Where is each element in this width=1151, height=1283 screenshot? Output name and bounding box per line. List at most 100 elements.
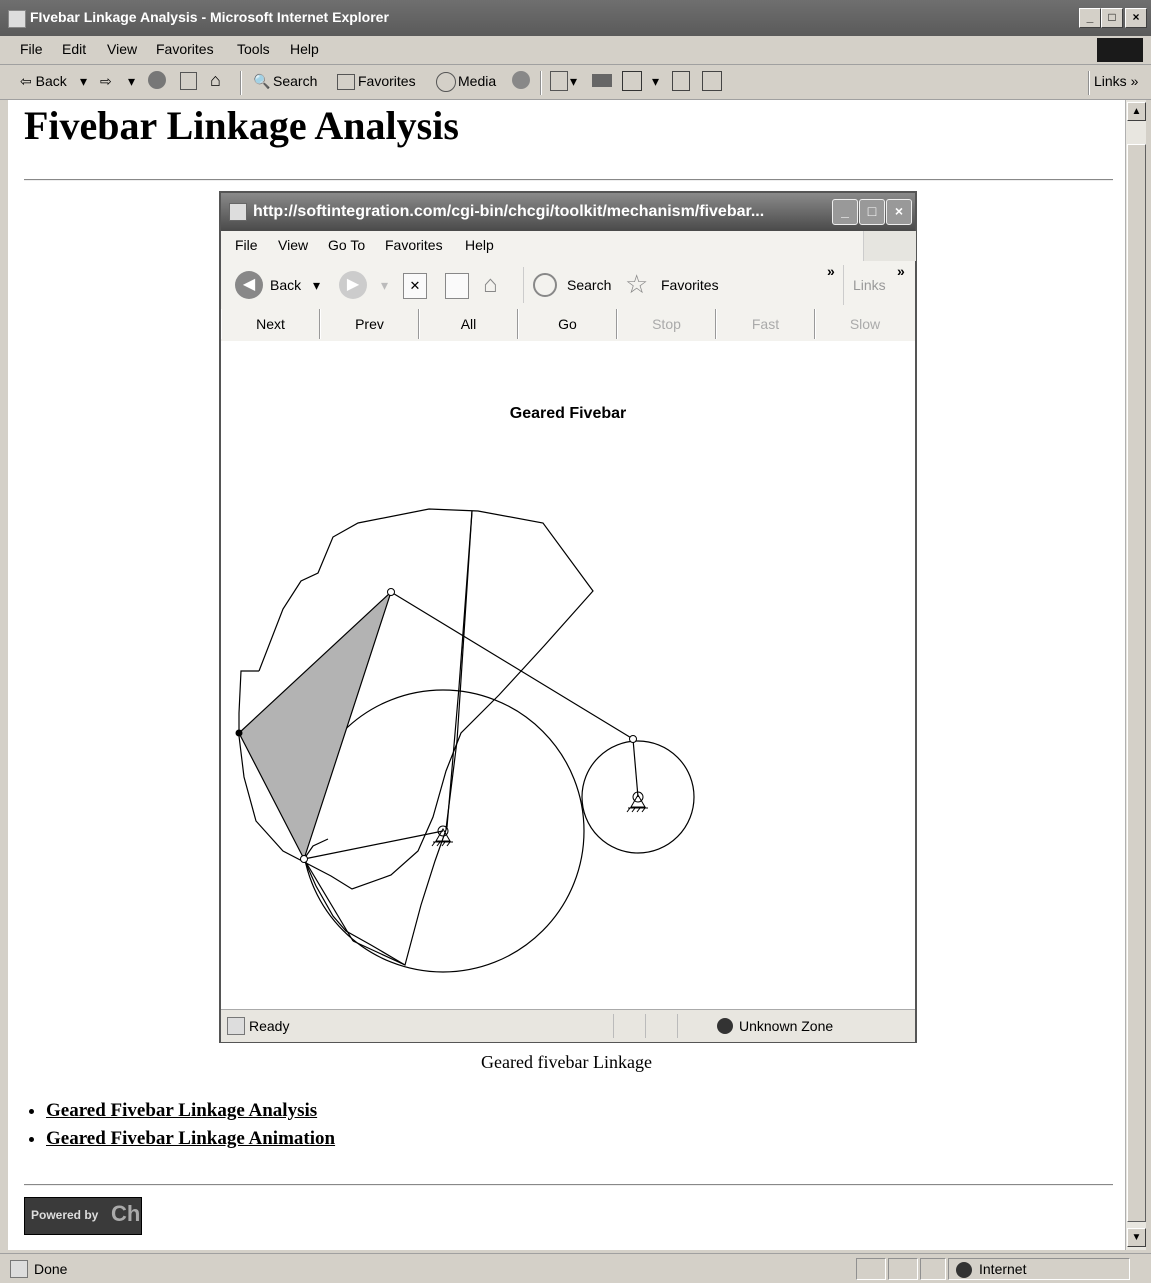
ground-pivot-right [626, 791, 648, 813]
nav-fast-button[interactable]: Fast [716, 309, 815, 339]
favorites-button[interactable]: Favorites [358, 73, 416, 89]
nav-all-button[interactable]: All [419, 309, 518, 339]
inner-close-button[interactable]: × [886, 199, 912, 225]
edit-dropdown-icon[interactable]: ▾ [652, 73, 659, 90]
status-panel [888, 1258, 918, 1280]
back-arrow-icon[interactable]: ◀ [235, 271, 263, 299]
inner-links-button[interactable]: Links [853, 277, 886, 293]
scroll-thumb[interactable] [1127, 144, 1146, 1222]
inner-menu-help[interactable]: Help [465, 237, 494, 253]
inner-links-chevron[interactable]: » [897, 263, 905, 279]
ie-icon [8, 10, 26, 28]
forward-button[interactable]: ⇨ [100, 73, 112, 90]
powered-by-ch-badge[interactable]: Powered by Ch [24, 1197, 142, 1235]
window-title: FIvebar Linkage Analysis - Microsoft Int… [30, 9, 389, 25]
inner-forward-dropdown-icon[interactable]: ▾ [381, 277, 388, 294]
menu-help[interactable]: Help [290, 41, 319, 57]
toolbar-separator [1088, 71, 1090, 95]
edit-word-icon[interactable] [622, 71, 642, 91]
link-list: Geared Fivebar Linkage Analysis Geared F… [8, 1100, 335, 1156]
inner-title-bar: http://softintegration.com/cgi-bin/chcgi… [221, 193, 915, 231]
mail-icon[interactable] [550, 71, 568, 91]
inner-menu-bar: File View Go To Favorites Help [221, 231, 916, 262]
inner-menu-goto[interactable]: Go To [328, 237, 365, 253]
page-title: Fivebar Linkage Analysis [24, 103, 459, 148]
nav-stop-button[interactable]: Stop [617, 309, 716, 339]
link-path [303, 858, 354, 942]
list-item: Geared Fivebar Linkage Animation [46, 1128, 335, 1150]
figure-canvas: Geared Fivebar [221, 341, 915, 1009]
maximize-button[interactable]: □ [1101, 8, 1123, 28]
inner-favorites-button[interactable]: Favorites [661, 277, 719, 293]
inner-menu-favorites[interactable]: Favorites [385, 237, 443, 253]
forward-arrow-icon[interactable]: ▶ [339, 271, 367, 299]
inner-search-icon [533, 273, 557, 297]
inner-refresh-icon[interactable] [445, 273, 469, 299]
zone-panel [948, 1258, 1130, 1280]
link-crank [303, 830, 444, 860]
inner-menu-file[interactable]: File [235, 237, 258, 253]
vertical-scrollbar[interactable]: ▲ ▼ [1125, 100, 1146, 1250]
status-panel [613, 1014, 644, 1038]
link-analysis[interactable]: Geared Fivebar Linkage Analysis [46, 1100, 317, 1121]
globe-icon [717, 1018, 733, 1034]
inner-toolbar-separator [523, 267, 524, 303]
inner-toolbar-separator [843, 265, 844, 305]
link-coupler [390, 591, 634, 740]
menu-file[interactable]: File [20, 41, 43, 57]
status-panel [645, 1014, 676, 1038]
minimize-button[interactable]: _ [1079, 8, 1101, 28]
refresh-icon[interactable] [180, 72, 197, 90]
coupler-triangle [238, 589, 393, 861]
back-dropdown-icon[interactable]: ▾ [80, 73, 87, 90]
internet-globe-icon [956, 1262, 972, 1278]
browser-window: FIvebar Linkage Analysis - Microsoft Int… [0, 0, 1151, 1283]
nav-next-button[interactable]: Next [221, 309, 320, 339]
scroll-up-button[interactable]: ▲ [1127, 102, 1146, 121]
inner-menu-view[interactable]: View [278, 237, 308, 253]
ie-page-icon [229, 203, 247, 221]
search-button[interactable]: Search [273, 73, 317, 89]
inner-stop-icon[interactable]: ✕ [403, 273, 427, 299]
media-button[interactable]: Media [458, 73, 496, 89]
forward-dropdown-icon[interactable]: ▾ [128, 73, 135, 90]
figure-caption: Geared fivebar Linkage [481, 1052, 652, 1072]
toolbar: ⇦ Back ▾ ⇨ ▾ ⌂ 🔍 Search Favorites Media … [0, 65, 1151, 100]
inner-back-dropdown-icon[interactable]: ▾ [313, 277, 320, 294]
ground-pivot-left [431, 825, 453, 847]
print-icon[interactable] [592, 74, 612, 87]
linkage-diagram [235, 508, 695, 973]
list-item: Geared Fivebar Linkage Analysis [46, 1100, 335, 1122]
scroll-down-button[interactable]: ▼ [1127, 1228, 1146, 1247]
inner-maximize-button[interactable]: □ [859, 199, 885, 225]
inner-toolbar-chevron[interactable]: » [827, 263, 835, 279]
horizontal-rule [24, 1184, 1113, 1186]
links-button[interactable]: Links » [1094, 73, 1138, 89]
home-icon[interactable]: ⌂ [210, 70, 221, 91]
back-button[interactable]: ⇦ Back [20, 73, 67, 90]
inner-minimize-button[interactable]: _ [832, 199, 858, 225]
toolbar-separator [240, 71, 242, 95]
mail-dropdown-icon[interactable]: ▾ [570, 73, 577, 90]
stop-icon[interactable] [148, 71, 166, 89]
close-button[interactable]: × [1125, 8, 1147, 28]
badge-text: Powered by [31, 1208, 99, 1222]
link-rocker [632, 738, 639, 798]
inner-home-icon[interactable]: ⌂ [483, 271, 498, 299]
link-animation[interactable]: Geared Fivebar Linkage Animation [46, 1128, 335, 1149]
inner-back-button[interactable]: Back [270, 277, 301, 293]
menu-view[interactable]: View [107, 41, 137, 57]
messenger-icon[interactable] [702, 71, 722, 91]
menu-favorites[interactable]: Favorites [156, 41, 214, 57]
nav-go-button[interactable]: Go [518, 309, 617, 339]
nav-prev-button[interactable]: Prev [320, 309, 419, 339]
history-icon[interactable] [512, 71, 530, 89]
discuss-icon[interactable] [672, 71, 690, 91]
menu-tools[interactable]: Tools [237, 41, 270, 57]
inner-status-text: Ready [249, 1018, 290, 1034]
page-content: Fivebar Linkage Analysis http://softinte… [8, 100, 1125, 1250]
inner-search-button[interactable]: Search [567, 277, 611, 293]
link-path [352, 940, 406, 966]
menu-edit[interactable]: Edit [62, 41, 86, 57]
nav-slow-button[interactable]: Slow [815, 309, 914, 339]
